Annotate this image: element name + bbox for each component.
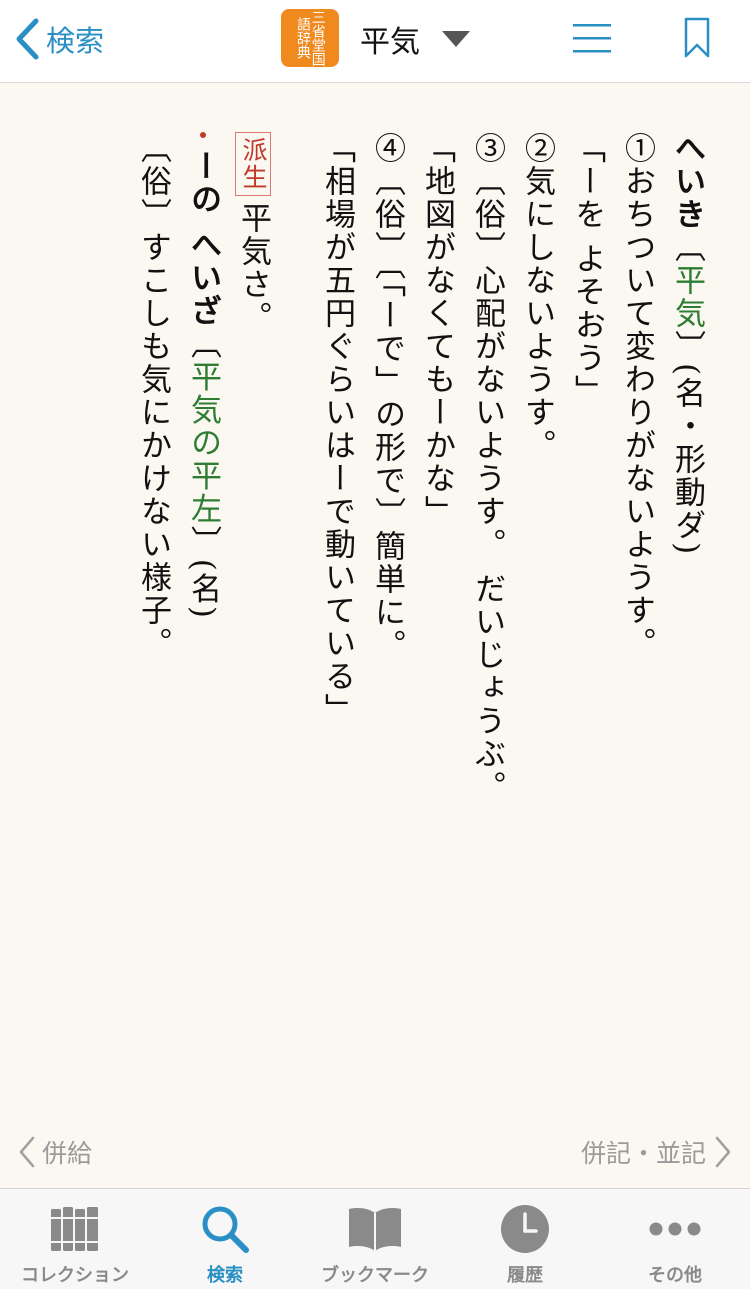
entry-headword-line: へいき〔平気〕(名・形動ダ) xyxy=(669,132,705,557)
tab-more-label: その他 xyxy=(648,1265,702,1286)
next-entry-link[interactable]: 併記・並記 xyxy=(581,1132,732,1172)
definition-line: ①おちついて変わりがないようす。 xyxy=(619,132,655,660)
tab-more[interactable]: その他 xyxy=(600,1189,750,1289)
more-dots-icon xyxy=(649,1203,701,1255)
hamburger-icon xyxy=(573,24,611,53)
bookmark-icon xyxy=(684,17,710,58)
tab-search[interactable]: 検索 xyxy=(150,1189,300,1289)
search-icon xyxy=(200,1203,250,1255)
bookmark-button[interactable] xyxy=(684,17,710,63)
books-icon xyxy=(49,1203,101,1255)
chevron-left-icon xyxy=(19,1136,35,1168)
sub-entry-part-of-speech: (名) xyxy=(185,558,221,620)
top-nav-bar: 検索 三省堂国語辞典 平気 xyxy=(0,0,750,83)
page-title: 平気 xyxy=(360,25,420,60)
example-line: 「ーを よそおう」 xyxy=(569,132,605,408)
derived-form-line: 派生平気さ。 xyxy=(228,132,278,892)
derived-badge: 派生 xyxy=(235,132,271,196)
entry-kanji: 平気 xyxy=(669,264,705,330)
entry-headword: へいき xyxy=(669,132,705,231)
example-line: 「相場が五円ぐらいはーで動いている」 xyxy=(319,132,355,726)
sub-entry-kanji: 平気の平左 xyxy=(185,360,221,526)
back-button-label: 検索 xyxy=(46,24,105,58)
derived-form-text: 平気さ。 xyxy=(235,202,271,334)
chevron-right-icon xyxy=(715,1136,731,1168)
clock-icon xyxy=(500,1203,550,1255)
tab-search-label: 検索 xyxy=(207,1265,243,1286)
definition-line: ③〔俗〕心配がないようす。 だいじょうぶ。 xyxy=(469,132,505,804)
menu-button[interactable] xyxy=(573,22,611,58)
chevron-left-icon xyxy=(16,18,39,60)
sub-entry-headword: ーの へいざ xyxy=(185,150,221,328)
sub-entry-definition: 〔俗〕すこしも気にかけない様子。 xyxy=(135,132,171,660)
entry-part-of-speech: (名・形動ダ) xyxy=(669,363,705,557)
next-entry-label: 併記・並記 xyxy=(580,1139,706,1168)
previous-entry-label: 併給 xyxy=(42,1139,93,1168)
dictionary-logo: 三省堂国語辞典 xyxy=(281,9,339,67)
entry-title-dropdown[interactable]: 平気 xyxy=(360,16,470,62)
caret-down-icon xyxy=(442,31,470,47)
sub-entry-marker xyxy=(200,132,206,138)
definition-line: ②気にしないようす。 xyxy=(519,132,555,462)
sub-entry-headword-line: ーの へいざ〔平気の平左〕(名) xyxy=(178,132,228,892)
tab-collection[interactable]: コレクション xyxy=(0,1189,150,1289)
bottom-tab-bar: コレクション 検索 ブックマーク 履歴 その他 xyxy=(0,1188,750,1289)
tab-bookmark[interactable]: ブックマーク xyxy=(300,1189,450,1289)
tab-bookmark-label: ブックマーク xyxy=(321,1265,429,1286)
tab-collection-label: コレクション xyxy=(21,1265,129,1286)
back-button[interactable]: 検索 xyxy=(14,14,104,64)
tab-history-label: 履歴 xyxy=(507,1265,543,1286)
definition-line: ④〔俗〕〔「ーで」の形で〕簡単に。 xyxy=(369,132,405,662)
example-line: 「地図がなくてもーかな」 xyxy=(419,132,455,528)
dictionary-entry: へいき〔平気〕(名・形動ダ) ①おちついて変わりがないようす。 「ーを よそおう… xyxy=(128,132,712,892)
open-book-icon xyxy=(346,1203,404,1255)
tab-history[interactable]: 履歴 xyxy=(450,1189,600,1289)
previous-entry-link[interactable]: 併給 xyxy=(18,1132,92,1172)
